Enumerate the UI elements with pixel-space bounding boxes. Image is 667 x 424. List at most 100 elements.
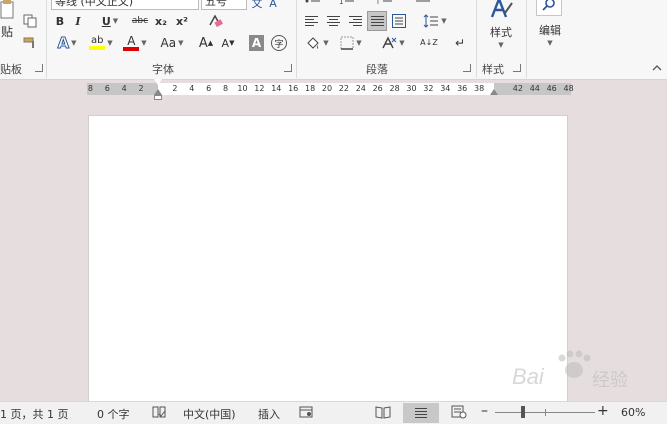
- ruler-tick: 18: [305, 84, 316, 93]
- ruler-tick: 6: [206, 84, 212, 93]
- styles-launcher-icon[interactable]: [513, 64, 521, 72]
- horizontal-ruler[interactable]: 8 6 4 2 2 4 6 8 10 12 14 16 18 20 22 24 26 28 30 32 34 36 38 42…: [87, 79, 574, 100]
- align-center-button[interactable]: [324, 12, 342, 30]
- ruler-tick: 16: [288, 84, 299, 93]
- word-count[interactable]: 0 个字: [97, 406, 130, 422]
- align-right-button[interactable]: [346, 12, 364, 30]
- ruler-tick: 24: [355, 84, 366, 93]
- bullets-icon[interactable]: [304, 0, 322, 6]
- ruler-tick: 36: [457, 84, 468, 93]
- styles-button[interactable]: 样式: [484, 24, 518, 40]
- ruler-tick: 8: [87, 84, 93, 93]
- ruler-tick: 30: [406, 84, 417, 93]
- proofing-icon[interactable]: [152, 405, 166, 422]
- highlight-button[interactable]: ab ▼: [86, 34, 116, 52]
- italic-button[interactable]: I: [71, 13, 85, 29]
- ruler-tick: 12: [254, 84, 265, 93]
- styles-dropdown-icon[interactable]: ▼: [496, 40, 506, 50]
- numbering-icon[interactable]: 1: [338, 0, 356, 6]
- ruler-tick: 4: [121, 84, 127, 93]
- subscript-button[interactable]: x₂: [153, 13, 169, 29]
- phonetic-guide-icon[interactable]: 文: [250, 0, 264, 10]
- read-mode-icon[interactable]: [375, 405, 391, 422]
- ruler-tick: 14: [271, 84, 282, 93]
- language-indicator[interactable]: 中文(中国): [183, 406, 236, 422]
- ruler-tick: 6: [104, 84, 110, 93]
- document-page[interactable]: [88, 115, 568, 417]
- highlight-label: ab: [91, 35, 104, 46]
- ruler-tick: 2: [138, 84, 144, 93]
- left-indent-marker[interactable]: [154, 95, 162, 100]
- paste-icon[interactable]: [0, 0, 18, 22]
- change-case-label: Aa: [160, 36, 177, 50]
- ruler-tick: 32: [423, 84, 434, 93]
- print-layout-icon[interactable]: [403, 403, 439, 423]
- grow-font-button[interactable]: A ▲: [197, 35, 215, 51]
- bold-button[interactable]: B: [53, 13, 67, 29]
- svg-text:i: i: [377, 0, 379, 5]
- ruler-tick: 38: [474, 84, 485, 93]
- clipboard-launcher-icon[interactable]: [35, 64, 43, 72]
- zoom-in-button[interactable]: +: [597, 403, 609, 419]
- clear-format-icon[interactable]: A: [266, 0, 280, 10]
- editing-dropdown-icon[interactable]: ▼: [545, 38, 555, 48]
- page-count[interactable]: 1 页，共 1 页: [0, 406, 69, 422]
- right-indent-marker[interactable]: [490, 89, 498, 95]
- ribbon: 贴 贴板 等线 (中文正文) 五号 文 A B I U ▼ abc x₂ x² A…: [0, 0, 667, 80]
- line-spacing-button[interactable]: ▼: [420, 12, 450, 30]
- font-size-select[interactable]: 五号: [201, 0, 247, 10]
- font-color-button[interactable]: A ▼: [121, 34, 149, 52]
- ruler-tick: 8: [223, 84, 229, 93]
- editing-button[interactable]: 编辑: [533, 22, 567, 38]
- web-layout-icon[interactable]: [451, 405, 467, 422]
- ruler-tick: 46: [546, 84, 557, 93]
- zoom-level[interactable]: 60%: [621, 406, 645, 419]
- format-painter-icon[interactable]: [22, 36, 38, 50]
- decrease-indent-icon[interactable]: [414, 0, 432, 6]
- shading-button[interactable]: ▼: [302, 34, 332, 52]
- ruler-tick: 34: [440, 84, 451, 93]
- distributed-align-button[interactable]: [390, 12, 408, 30]
- character-shading-button[interactable]: A: [249, 35, 264, 51]
- strikethrough-button[interactable]: abc: [130, 13, 150, 29]
- font-launcher-icon[interactable]: [284, 64, 292, 72]
- font-name-select[interactable]: 等线 (中文正文): [51, 0, 199, 10]
- text-effects-button[interactable]: A ▼: [53, 34, 81, 53]
- copy-icon[interactable]: [22, 14, 38, 28]
- text-effects-icon: A: [57, 34, 70, 53]
- zoom-out-button[interactable]: –: [481, 403, 488, 419]
- font-group-label: 字体: [152, 63, 174, 76]
- paste-button[interactable]: 贴: [0, 24, 14, 39]
- underline-button[interactable]: U ▼: [97, 13, 123, 29]
- shrink-font-button[interactable]: A ▼: [219, 35, 237, 51]
- ruler-tick: 22: [338, 84, 349, 93]
- zoom-slider[interactable]: [495, 409, 595, 416]
- font-color-icon: A: [123, 35, 140, 51]
- paragraph-launcher-icon[interactable]: [463, 64, 471, 72]
- align-left-button[interactable]: [302, 12, 320, 30]
- chinese-layout-button[interactable]: ▼: [378, 34, 408, 52]
- first-line-indent-marker[interactable]: [154, 79, 162, 85]
- macro-record-icon[interactable]: [299, 405, 313, 422]
- ruler-tick: 28: [389, 84, 400, 93]
- clear-formatting-icon[interactable]: [206, 12, 224, 30]
- superscript-button[interactable]: x²: [174, 13, 190, 29]
- styles-icon[interactable]: [487, 0, 515, 20]
- insert-mode[interactable]: 插入: [258, 406, 280, 422]
- show-marks-icon[interactable]: ↵: [452, 34, 468, 52]
- ruler-tick: 42: [512, 84, 523, 93]
- change-case-button[interactable]: Aa ▼: [155, 35, 189, 51]
- multilevel-list-icon[interactable]: i: [376, 0, 394, 6]
- zoom-slider-thumb[interactable]: [520, 406, 525, 418]
- clipboard-group-label: 贴板: [0, 63, 22, 76]
- highlight-icon: ab: [89, 35, 106, 50]
- sort-button[interactable]: A↓Z: [420, 34, 438, 52]
- shrink-font-label: A: [221, 36, 230, 50]
- status-bar: 1 页，共 1 页 0 个字 中文(中国) 插入 – + 60%: [0, 401, 667, 424]
- enclose-characters-button[interactable]: 字: [271, 35, 287, 51]
- find-icon[interactable]: [536, 0, 562, 16]
- collapse-ribbon-icon[interactable]: [651, 62, 663, 74]
- borders-button[interactable]: ▼: [336, 34, 366, 52]
- justify-button[interactable]: [367, 11, 387, 31]
- styles-group-label: 样式: [482, 63, 504, 76]
